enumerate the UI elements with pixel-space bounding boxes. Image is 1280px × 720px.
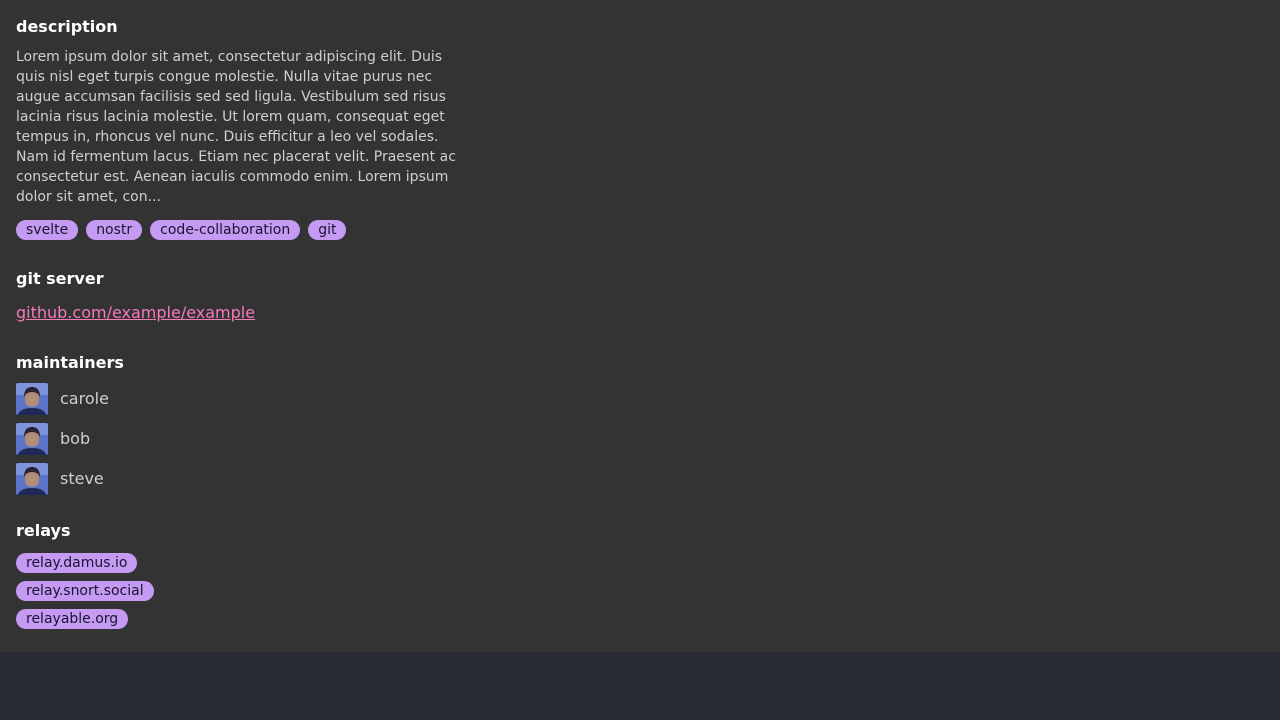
relays-heading: relays bbox=[16, 521, 71, 540]
user-avatar-icon bbox=[16, 383, 48, 415]
user-avatar-icon bbox=[16, 463, 48, 495]
git-server-link[interactable]: github.com/example/example bbox=[16, 302, 255, 324]
maintainer-carole[interactable]: carole bbox=[16, 383, 109, 415]
maintainers-heading: maintainers bbox=[16, 353, 124, 372]
maintainer-name: carole bbox=[60, 389, 109, 408]
description-text: Lorem ipsum dolor sit amet, consectetur … bbox=[16, 49, 456, 205]
user-avatar-icon bbox=[16, 423, 48, 455]
maintainer-name: steve bbox=[60, 469, 104, 488]
relay-relayable[interactable]: relayable.org bbox=[16, 609, 129, 629]
tag-git[interactable]: git bbox=[308, 220, 347, 240]
relay-snort-social[interactable]: relay.snort.social bbox=[16, 581, 154, 601]
maintainer-name: bob bbox=[60, 429, 91, 448]
git-server-heading: git server bbox=[16, 269, 104, 288]
repo-details-panel: description Lorem ipsum dolor sit amet, … bbox=[0, 0, 1280, 652]
relay-damus[interactable]: relay.damus.io bbox=[16, 553, 138, 573]
maintainer-bob[interactable]: bob bbox=[16, 423, 90, 455]
tag-list: svelte nostr code-collaboration git bbox=[16, 220, 347, 240]
tag-code-collaboration[interactable]: code-collaboration bbox=[150, 220, 301, 240]
tag-nostr[interactable]: nostr bbox=[86, 220, 143, 240]
tag-svelte[interactable]: svelte bbox=[16, 220, 79, 240]
description-heading: description bbox=[16, 17, 118, 36]
maintainer-steve[interactable]: steve bbox=[16, 463, 104, 495]
